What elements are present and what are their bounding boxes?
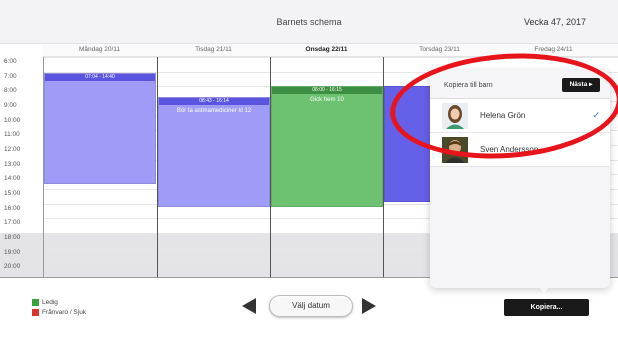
hour-label: 17:00 bbox=[4, 219, 21, 227]
schedule-event[interactable]: 08:43 - 16:14 Bör ta astmamediciner kl 12 bbox=[158, 96, 270, 208]
hour-label: 10:00 bbox=[4, 116, 21, 124]
day-header: Onsdag 22/11 bbox=[305, 46, 348, 53]
copy-button[interactable]: Kopiera... bbox=[504, 299, 589, 316]
day-header: Måndag 20/11 bbox=[78, 46, 121, 53]
legend-swatch-red bbox=[32, 308, 39, 316]
hour-label: 14:00 bbox=[4, 175, 21, 183]
event-time: 07:04 - 14:40 bbox=[45, 73, 155, 81]
legend-item-franvaro: Frånvaro / Sjuk bbox=[32, 307, 86, 317]
hour-label: 13:00 bbox=[4, 160, 21, 168]
legend-label: Ledig bbox=[42, 298, 58, 306]
hour-label: 19:00 bbox=[4, 248, 21, 256]
hour-label: 11:00 bbox=[4, 131, 20, 139]
event-time: 08:00 - 16:15 bbox=[272, 87, 382, 95]
choose-date-button[interactable]: Välj datum bbox=[269, 295, 353, 317]
schedule-event[interactable]: 07:04 - 14:40 bbox=[44, 72, 156, 185]
top-bar: Barnets schema Vecka 47, 2017 bbox=[0, 0, 618, 44]
legend-item-ledig: Ledig bbox=[32, 297, 86, 307]
hour-label: 8:00 bbox=[4, 87, 17, 95]
hour-label: 18:00 bbox=[4, 234, 21, 242]
event-time: 08:43 - 16:14 bbox=[159, 97, 269, 105]
hour-label: 6:00 bbox=[4, 58, 17, 65]
legend-swatch-green bbox=[32, 298, 39, 306]
legend: Ledig Frånvaro / Sjuk bbox=[32, 297, 86, 317]
hour-label: 7:00 bbox=[4, 72, 17, 80]
hour-label: 20:00 bbox=[4, 263, 21, 271]
next-week-arrow-icon[interactable] bbox=[362, 298, 376, 314]
day-header: Torsdag 23/11 bbox=[419, 46, 460, 53]
hour-label: 12:00 bbox=[4, 146, 21, 154]
week-label: Vecka 47, 2017 bbox=[523, 17, 586, 27]
schedule-event[interactable]: 08:00 - 16:15 Gick hem 10 bbox=[271, 86, 383, 208]
day-header: Tisdag 21/11 bbox=[195, 46, 232, 53]
popover-arrow bbox=[537, 285, 551, 293]
event-note: Bör ta astmamediciner kl 12 bbox=[176, 107, 252, 114]
legend-label: Frånvaro / Sjuk bbox=[42, 308, 87, 316]
previous-week-arrow-icon[interactable] bbox=[242, 298, 256, 314]
day-header: Fredag 24/11 bbox=[534, 46, 573, 53]
event-note: Gick hem 10 bbox=[310, 97, 344, 104]
hour-label: 16:00 bbox=[4, 204, 21, 212]
hour-label: 15:00 bbox=[4, 190, 21, 198]
hour-label: 9:00 bbox=[4, 102, 17, 109]
